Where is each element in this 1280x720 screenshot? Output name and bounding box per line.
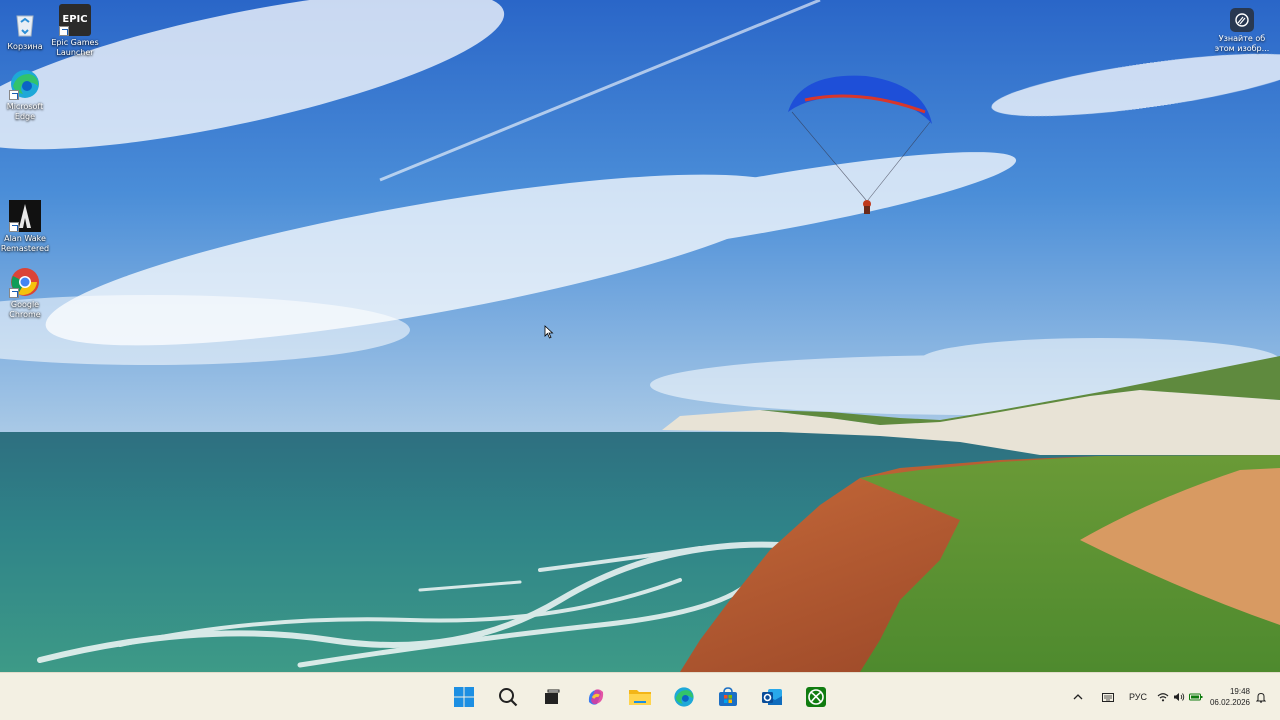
windows-logo-icon	[454, 687, 474, 707]
file-explorer-button[interactable]	[624, 681, 656, 713]
input-language-button[interactable]: РУС	[1126, 689, 1150, 705]
folder-icon	[629, 690, 651, 705]
microsoft-edge-label: Microsoft Edge	[6, 102, 44, 121]
copilot-icon	[588, 689, 604, 705]
notifications-button[interactable]	[1254, 689, 1268, 705]
learn-about-picture-label: Узнайте об этом изобр...	[1214, 34, 1270, 53]
recycle-bin-label: Корзина	[7, 42, 43, 51]
epic-games-icon: EPIC	[59, 4, 91, 36]
show-hidden-icons-button[interactable]	[1070, 689, 1086, 705]
edge-icon	[674, 687, 694, 707]
taskbar: РУС 19:48 06.02.2026	[0, 672, 1280, 720]
wifi-icon	[1157, 693, 1169, 702]
outlook-button[interactable]	[756, 681, 788, 713]
chevron-up-icon	[1073, 694, 1083, 700]
alan-wake-label: Alan Wake Remastered	[0, 234, 50, 253]
recycle-bin-shortcut[interactable]: Корзина	[0, 8, 50, 52]
recycle-bin-icon	[9, 8, 41, 40]
store-icon	[719, 687, 737, 706]
volume-button[interactable]	[1172, 689, 1186, 705]
shortcut-arrow-icon	[9, 90, 19, 100]
chrome-icon	[9, 266, 41, 298]
clock[interactable]: 19:48 06.02.2026	[1210, 686, 1250, 708]
desktop: Корзина EPIC Epic Games Launcher Microso…	[0, 0, 1280, 672]
task-view-button[interactable]	[536, 681, 568, 713]
wallpaper-image	[0, 0, 1280, 672]
google-chrome-shortcut[interactable]: Google Chrome	[0, 266, 50, 319]
task-view-icon	[545, 689, 560, 704]
store-button[interactable]	[712, 681, 744, 713]
battery-icon	[1189, 693, 1203, 701]
search-button[interactable]	[492, 681, 524, 713]
learn-about-picture[interactable]: Узнайте об этом изобр...	[1214, 8, 1270, 53]
edge-taskbar-button[interactable]	[668, 681, 700, 713]
outlook-icon	[762, 689, 782, 705]
microsoft-edge-shortcut[interactable]: Microsoft Edge	[0, 68, 50, 121]
epic-games-shortcut[interactable]: EPIC Epic Games Launcher	[50, 4, 100, 57]
clock-time: 19:48	[1229, 687, 1250, 696]
shortcut-arrow-icon	[59, 26, 69, 36]
shortcut-arrow-icon	[9, 288, 19, 298]
start-button[interactable]	[448, 681, 480, 713]
google-chrome-label: Google Chrome	[9, 300, 41, 319]
shortcut-arrow-icon	[9, 222, 19, 232]
network-button[interactable]	[1156, 689, 1170, 705]
copilot-button[interactable]	[580, 681, 612, 713]
battery-button[interactable]	[1188, 689, 1204, 705]
alan-wake-shortcut[interactable]: Alan Wake Remastered	[0, 200, 50, 253]
clock-date: 06.02.2026	[1209, 698, 1250, 707]
edge-icon	[9, 68, 41, 100]
xbox-icon	[806, 687, 826, 707]
epic-games-label: Epic Games Launcher	[51, 38, 99, 57]
notification-bell-icon	[1256, 692, 1266, 703]
keyboard-icon	[1102, 692, 1114, 702]
mouse-cursor-icon	[544, 325, 554, 339]
camera-icon	[1230, 8, 1254, 32]
search-icon	[499, 688, 518, 707]
keyboard-button[interactable]	[1100, 689, 1116, 705]
speaker-icon	[1174, 693, 1185, 701]
alan-wake-icon	[9, 200, 41, 232]
xbox-button[interactable]	[800, 681, 832, 713]
